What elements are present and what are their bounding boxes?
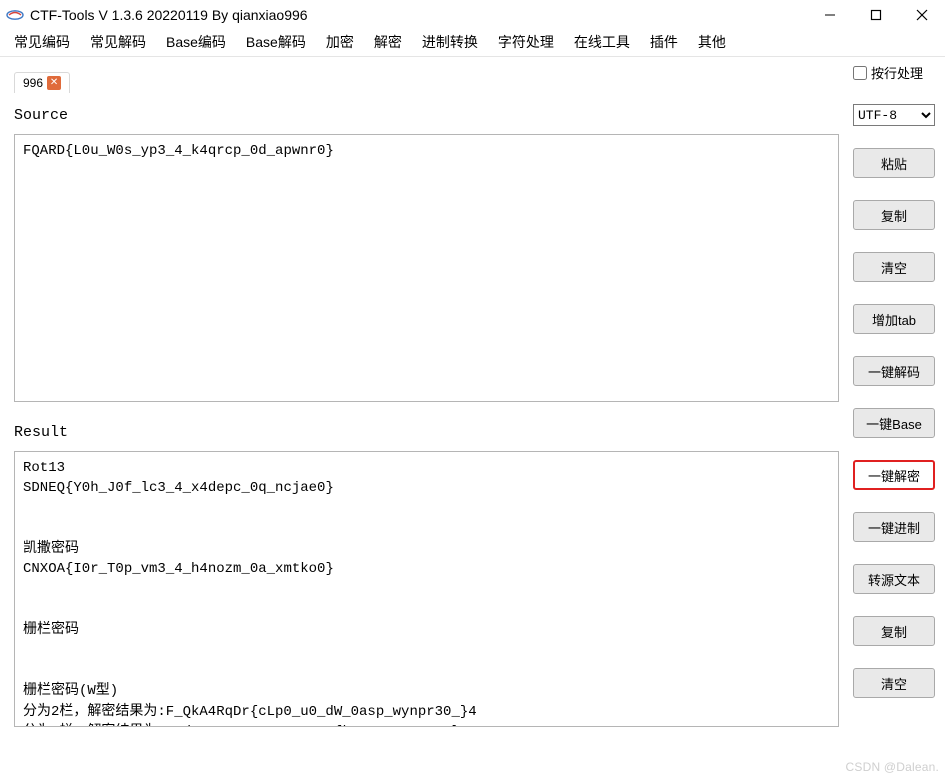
- window-title: CTF-Tools V 1.3.6 20220119 By qianxiao99…: [30, 7, 308, 23]
- clear-button-top[interactable]: 清空: [853, 252, 935, 282]
- app-logo-icon: [6, 8, 24, 22]
- copy-button-top[interactable]: 复制: [853, 200, 935, 230]
- per-line-checkbox[interactable]: [853, 66, 867, 80]
- radix-all-button[interactable]: 一键进制: [853, 512, 935, 542]
- menu-online[interactable]: 在线工具: [564, 30, 640, 54]
- source-input[interactable]: [14, 134, 839, 402]
- menu-plugin[interactable]: 插件: [640, 30, 688, 54]
- per-line-label: 按行处理: [871, 63, 923, 82]
- minimize-button[interactable]: [807, 0, 853, 30]
- tab-close-icon[interactable]: ✕: [47, 76, 61, 90]
- close-button[interactable]: [899, 0, 945, 30]
- menu-decrypt[interactable]: 解密: [364, 30, 412, 54]
- menu-string[interactable]: 字符处理: [488, 30, 564, 54]
- per-line-checkbox-row[interactable]: 按行处理: [853, 63, 937, 82]
- titlebar: CTF-Tools V 1.3.6 20220119 By qianxiao99…: [0, 0, 945, 30]
- menu-base-encode[interactable]: Base编码: [156, 30, 236, 54]
- copy-button-bottom[interactable]: 复制: [853, 616, 935, 646]
- tab-label: 996: [23, 76, 43, 90]
- add-tab-button[interactable]: 增加tab: [853, 304, 935, 334]
- menubar: 常见编码 常见解码 Base编码 Base解码 加密 解密 进制转换 字符处理 …: [0, 30, 945, 54]
- base-all-button[interactable]: 一键Base: [853, 408, 935, 438]
- menu-common-decode[interactable]: 常见解码: [80, 30, 156, 54]
- menu-common-encode[interactable]: 常见编码: [4, 30, 80, 54]
- paste-button[interactable]: 粘贴: [853, 148, 935, 178]
- menu-base-decode[interactable]: Base解码: [236, 30, 316, 54]
- menu-other[interactable]: 其他: [688, 30, 736, 54]
- decrypt-all-button[interactable]: 一键解密: [853, 460, 935, 490]
- decode-all-button[interactable]: 一键解码: [853, 356, 935, 386]
- clear-button-bottom[interactable]: 清空: [853, 668, 935, 698]
- maximize-button[interactable]: [853, 0, 899, 30]
- to-source-button[interactable]: 转源文本: [853, 564, 935, 594]
- result-label: Result: [14, 424, 839, 441]
- menu-radix[interactable]: 进制转换: [412, 30, 488, 54]
- tab-996[interactable]: 996 ✕: [14, 72, 70, 93]
- watermark: CSDN @Dalean.: [846, 760, 939, 774]
- menu-encrypt[interactable]: 加密: [316, 30, 364, 54]
- result-output[interactable]: [14, 451, 839, 727]
- encoding-select[interactable]: UTF-8: [853, 104, 935, 126]
- source-label: Source: [14, 107, 839, 124]
- tabstrip: 996 ✕: [14, 67, 839, 93]
